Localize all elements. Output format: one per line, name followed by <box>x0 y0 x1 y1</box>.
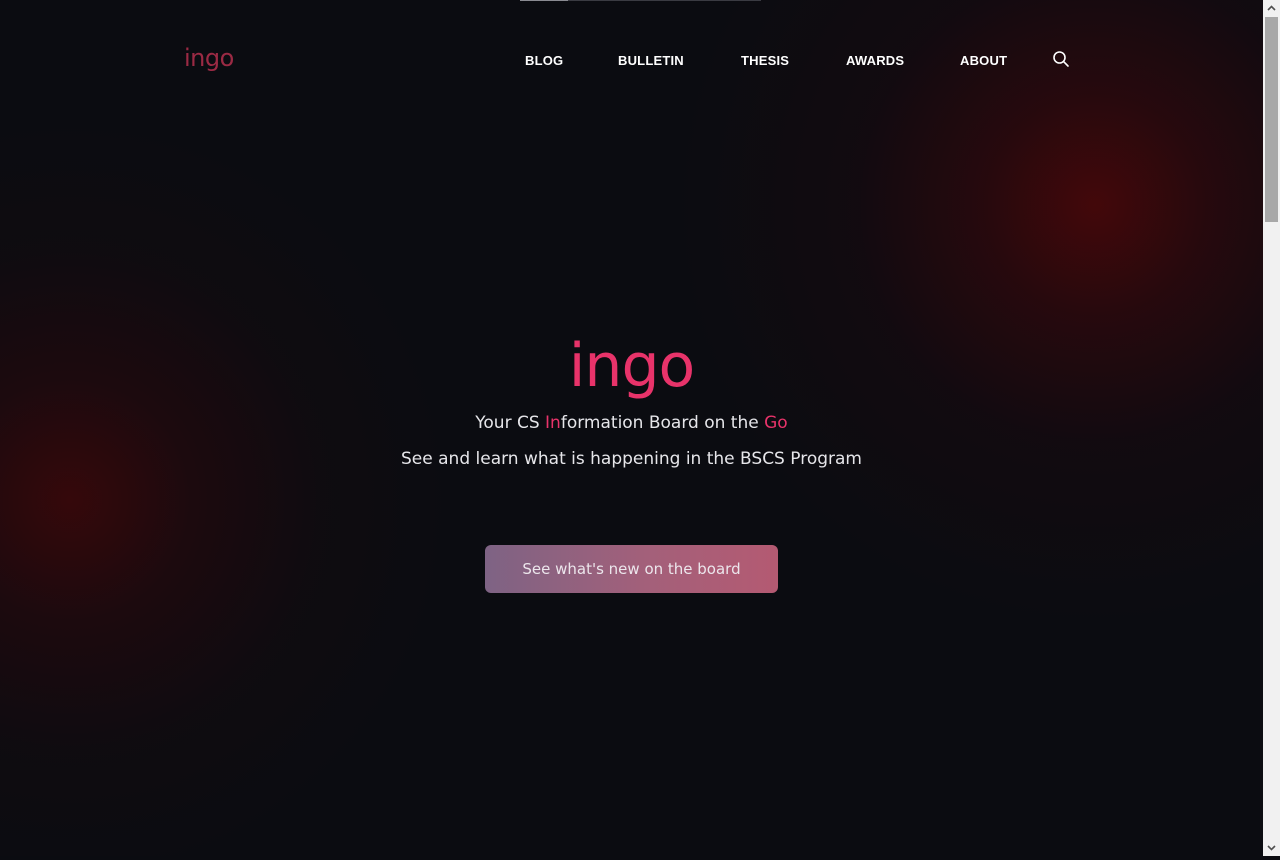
vertical-scrollbar[interactable] <box>1263 0 1280 856</box>
search-icon[interactable] <box>1052 50 1070 68</box>
scrollbar-thumb[interactable] <box>1265 17 1278 222</box>
page-viewport: ingo BLOG BULLETIN THESIS AWARDS ABOUT i… <box>0 0 1263 856</box>
nav-blog[interactable]: BLOG <box>525 53 563 68</box>
nav-about[interactable]: ABOUT <box>960 53 1007 68</box>
see-whats-new-button[interactable]: See what's new on the board <box>485 545 778 593</box>
nav-thesis[interactable]: THESIS <box>741 53 789 68</box>
top-loading-bar <box>520 0 761 1</box>
chevron-up-icon[interactable] <box>1263 0 1280 17</box>
loading-bar-progress <box>520 0 568 1</box>
nav-awards[interactable]: AWARDS <box>846 53 904 68</box>
tagline-part2: formation Board on the <box>560 413 765 433</box>
hero-subline: See and learn what is happening in the B… <box>401 449 862 469</box>
tagline-part1: Your CS <box>475 413 546 433</box>
hero-title: ingo <box>568 331 696 401</box>
hero-tagline: Your CS Information Board on the Go <box>0 412 1263 434</box>
nav-bulletin[interactable]: BULLETIN <box>618 53 684 68</box>
main-nav: BLOG BULLETIN THESIS AWARDS ABOUT <box>0 53 1263 69</box>
tagline-highlight-go: Go <box>764 413 788 433</box>
tagline-highlight-in: In <box>545 413 561 433</box>
chevron-down-icon[interactable] <box>1263 839 1280 856</box>
